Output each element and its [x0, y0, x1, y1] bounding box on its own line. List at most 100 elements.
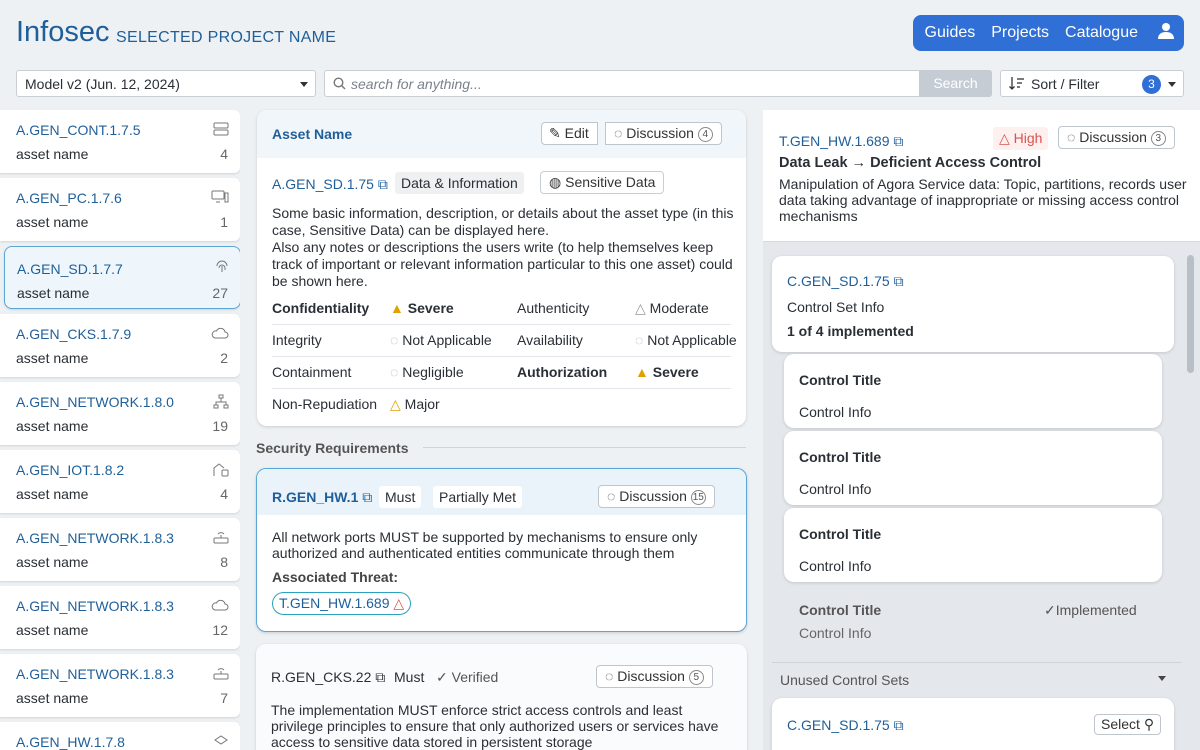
model-value: Model v2 (Jun. 12, 2024): [25, 76, 180, 92]
asset-name: asset name: [16, 554, 89, 570]
edit-button[interactable]: ✎ Edit: [541, 122, 598, 145]
asset-item[interactable]: A.GEN_PC.1.7.6 asset name 1: [0, 178, 240, 241]
select-label: Select: [1101, 716, 1140, 732]
threat-panel: T.GEN_HW.1.689 ⧉ △ High ◌ Discussion 3 D…: [763, 110, 1200, 242]
status-label: Verified: [451, 669, 499, 685]
control-set-card[interactable]: C.GEN_SD.1.75 ⧉ Control Set Info 1 of 4 …: [772, 256, 1174, 352]
select-button[interactable]: Select ⚲: [1094, 714, 1162, 735]
threat-id: T.GEN_HW.1.689 ⧉: [779, 133, 903, 150]
search-input[interactable]: search for anything...: [351, 76, 482, 92]
threat-link[interactable]: T.GEN_HW.1.689 △: [272, 592, 412, 615]
discussion-button[interactable]: ◌ Discussion 3: [1058, 126, 1175, 149]
nav-catalogue[interactable]: Catalogue: [1065, 24, 1138, 42]
filter-count-badge: 3: [1142, 75, 1161, 94]
comment-icon: ◌: [614, 125, 623, 141]
requirement-card[interactable]: R.GEN_CKS.22 ⧉ Must ✓ Verified ◌ Discuss…: [256, 644, 747, 750]
control-card[interactable]: Control Title Control Info: [784, 354, 1162, 428]
control-set-id: C.GEN_SD.1.75 ⧉: [787, 273, 904, 290]
control-card[interactable]: Control Title Control Info: [784, 431, 1162, 505]
copy-icon[interactable]: ⧉: [378, 176, 388, 192]
unused-heading: Unused Control Sets: [780, 672, 910, 688]
copy-icon[interactable]: ⧉: [893, 133, 903, 149]
comment-icon: ◌: [1067, 129, 1076, 145]
nav-projects[interactable]: Projects: [991, 24, 1049, 42]
discussion-button[interactable]: ◌ Discussion 5: [596, 665, 713, 688]
control-info: Control Info: [799, 625, 872, 641]
asset-count: 12: [212, 622, 228, 638]
warning-icon: △: [999, 130, 1010, 146]
discussion-count: 3: [1150, 131, 1166, 146]
control-title: Control Title: [799, 372, 882, 388]
copy-icon[interactable]: ⧉: [362, 489, 372, 505]
control-title: Control Title: [799, 526, 882, 542]
asset-item[interactable]: A.GEN_NETWORK.1.8.3 asset name 7: [0, 654, 240, 717]
nav-guides[interactable]: Guides: [925, 24, 976, 42]
rating-label: Non-Repudiation: [272, 396, 378, 412]
hardware-icon: [213, 734, 229, 750]
asset-item[interactable]: A.GEN_NETWORK.1.8.3 asset name 12: [0, 586, 240, 649]
threat-link-text: T.GEN_HW.1.689: [279, 595, 390, 611]
asset-item[interactable]: A.GEN_HW.1.7.8: [0, 722, 240, 750]
check-icon: ✓: [1044, 602, 1056, 618]
req-text: The implementation MUST enforce strict a…: [271, 702, 719, 750]
asset-item[interactable]: A.GEN_NETWORK.1.8.0 asset name 19: [0, 382, 240, 445]
asset-count: 4: [220, 146, 228, 162]
rating-label: Availability: [517, 332, 583, 348]
control-card[interactable]: Control Title Control Info: [784, 508, 1162, 582]
chevron-down-icon[interactable]: [1158, 676, 1166, 681]
sort-label: Sort / Filter: [1031, 76, 1100, 92]
discussion-button[interactable]: ◌ Discussion 4: [605, 122, 722, 145]
control-info: Control Info: [799, 481, 872, 497]
model-select[interactable]: Model v2 (Jun. 12, 2024): [16, 70, 316, 97]
discussion-label: Discussion: [1079, 129, 1147, 145]
asset-list: A.GEN_CONT.1.7.5 asset name 4 A.GEN_PC.1…: [0, 110, 240, 750]
control-info: Control Info: [799, 404, 872, 420]
threat-title: Data Leak → Deficient Access Control: [779, 155, 1042, 171]
pencil-icon: ✎: [549, 125, 561, 141]
rating-value: ◌ Not Applicable: [390, 332, 492, 348]
asset-name: asset name: [16, 622, 89, 638]
router-icon: [213, 530, 229, 547]
chevron-down-icon: [1168, 82, 1176, 87]
copy-icon[interactable]: ⧉: [894, 717, 904, 733]
asset-code-text: A.GEN_SD.1.75: [272, 176, 374, 192]
asset-item[interactable]: A.GEN_IOT.1.8.2 asset name 4: [0, 450, 240, 513]
type-tag: ◍ Sensitive Data: [540, 171, 665, 194]
implemented-count: 1 of 4 implemented: [787, 323, 914, 339]
asset-id: A.GEN_NETWORK.1.8.3: [16, 598, 174, 614]
router-icon: [213, 666, 229, 683]
asset-name: asset name: [16, 350, 89, 366]
search-button[interactable]: Search: [919, 70, 992, 97]
asset-item[interactable]: A.GEN_CONT.1.7.5 asset name 4: [0, 110, 240, 173]
asset-item[interactable]: A.GEN_NETWORK.1.8.3 asset name 8: [0, 518, 240, 581]
control-set-id-text: C.GEN_SD.1.75: [787, 273, 890, 289]
discussion-label: Discussion: [619, 488, 687, 504]
discussion-button[interactable]: ◌ Discussion 15: [598, 485, 715, 508]
asset-count: 19: [212, 418, 228, 434]
copy-icon[interactable]: ⧉: [375, 669, 385, 685]
rating-value: ◌ Negligible: [390, 364, 464, 380]
user-icon[interactable]: [1158, 22, 1174, 45]
top-nav: Guides Projects Catalogue: [912, 15, 1184, 51]
unused-control-set-card[interactable]: C.GEN_SD.1.75 ⧉ Select ⚲: [772, 698, 1174, 750]
search-icon: [333, 77, 346, 93]
asset-code[interactable]: A.GEN_SD.1.75 ⧉: [272, 176, 388, 193]
rating-value: ▲ Severe: [390, 300, 454, 316]
asset-item[interactable]: A.GEN_CKS.1.7.9 asset name 2: [0, 314, 240, 377]
requirement-card[interactable]: R.GEN_HW.1 ⧉ Must Partially Met ◌ Discus…: [256, 468, 747, 632]
must-badge: Must: [394, 669, 425, 685]
asset-id: A.GEN_IOT.1.8.2: [16, 462, 125, 478]
sort-filter-button[interactable]: Sort / Filter 3: [1000, 70, 1184, 97]
threat-desc: Manipulation of Agora Service data: Topi…: [779, 176, 1187, 224]
discussion-count: 5: [688, 670, 704, 685]
scrollbar-thumb[interactable]: [1187, 255, 1194, 373]
category-tag: Data & Information: [395, 172, 524, 194]
asset-count: 27: [212, 285, 228, 301]
copy-icon[interactable]: ⧉: [894, 273, 904, 289]
warning-icon: △: [390, 396, 401, 412]
rating-label: Authenticity: [517, 300, 590, 316]
asset-item-selected[interactable]: A.GEN_SD.1.7.7 asset name 27: [4, 246, 240, 309]
control-title: Control Title: [799, 602, 882, 618]
discussion-label: Discussion: [617, 668, 685, 684]
req-id-text: R.GEN_CKS.22: [271, 669, 372, 685]
